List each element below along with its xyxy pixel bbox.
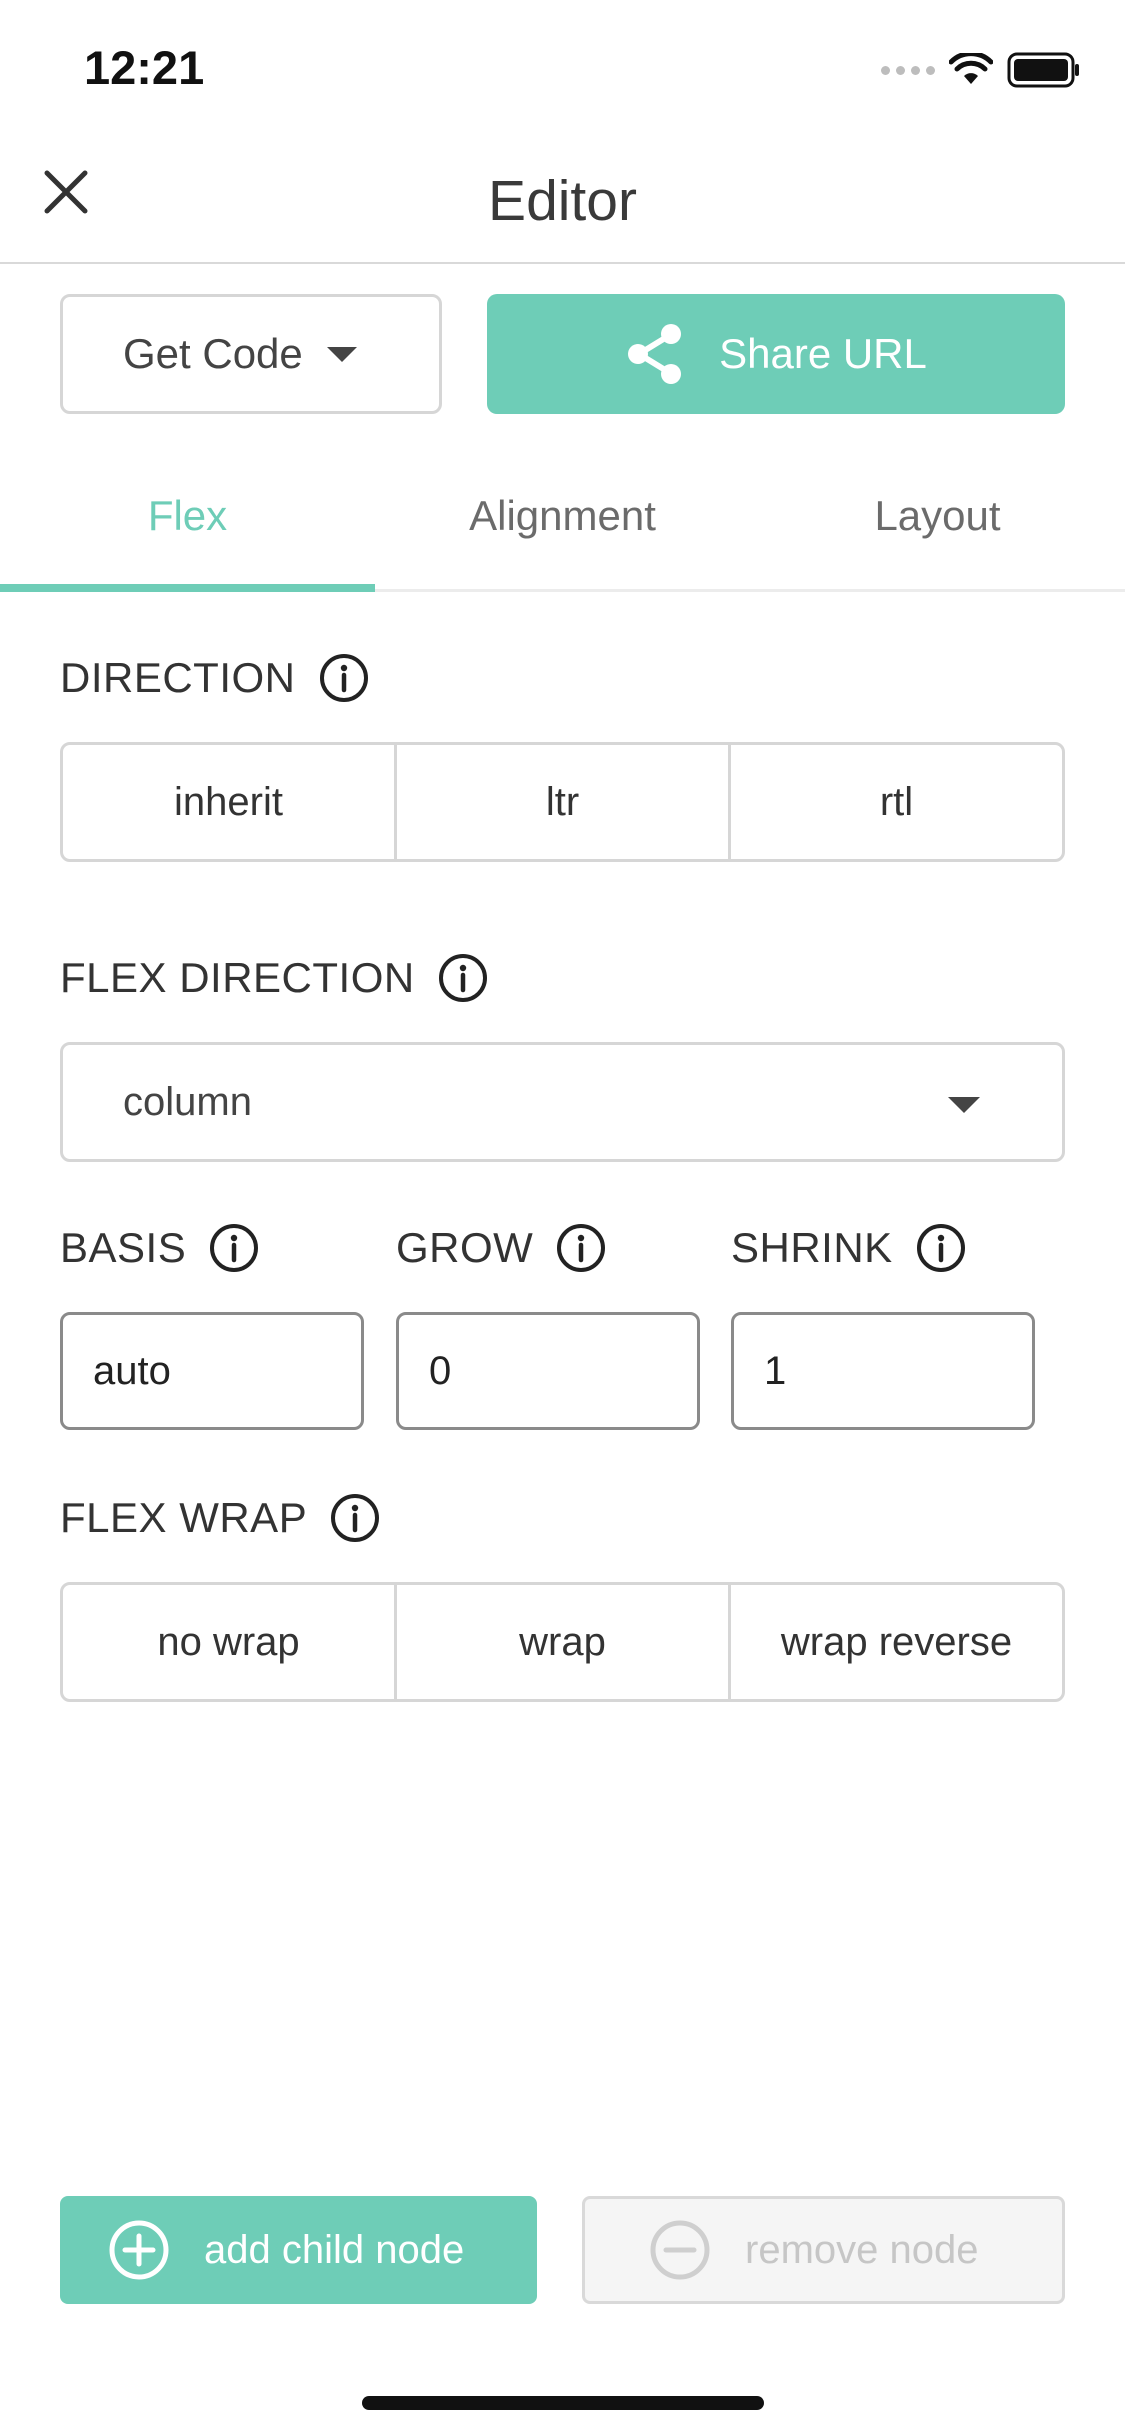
info-icon[interactable] [555, 1222, 607, 1274]
remove-node-label: remove node [745, 2227, 979, 2272]
home-indicator[interactable] [362, 2396, 764, 2410]
tab-bar: Flex Alignment Layout [0, 460, 1125, 592]
basis-label: BASIS [60, 1224, 187, 1271]
share-url-label: Share URL [719, 330, 927, 377]
flex-direction-value: column [123, 1079, 252, 1124]
basis-label-row: BASIS [60, 1222, 260, 1274]
direction-option-ltr[interactable]: ltr [397, 745, 731, 859]
flex-wrap-label-row: FLEX WRAP [60, 1492, 381, 1544]
direction-option-rtl[interactable]: rtl [731, 745, 1062, 859]
info-icon[interactable] [329, 1492, 381, 1544]
flex-wrap-option-wrap[interactable]: wrap [397, 1585, 731, 1699]
flex-direction-label-row: FLEX DIRECTION [60, 952, 489, 1004]
grow-label: GROW [396, 1224, 534, 1271]
plus-circle-icon [109, 2220, 169, 2280]
header: Editor [0, 132, 1125, 264]
add-child-node-label: add child node [204, 2227, 465, 2272]
tab-alignment[interactable]: Alignment [375, 460, 750, 589]
basis-input[interactable] [60, 1312, 364, 1430]
status-icons [881, 48, 1081, 92]
info-icon[interactable] [437, 952, 489, 1004]
flex-wrap-option-no-wrap[interactable]: no wrap [63, 1585, 397, 1699]
direction-label-row: DIRECTION [60, 652, 370, 704]
tab-layout[interactable]: Layout [750, 460, 1125, 589]
add-child-node-button[interactable]: add child node [60, 2196, 537, 2304]
shrink-label-row: SHRINK [731, 1222, 967, 1274]
remove-node-button[interactable]: remove node [582, 2196, 1065, 2304]
flex-direction-label: FLEX DIRECTION [60, 954, 415, 1001]
share-url-button[interactable]: Share URL [487, 294, 1065, 414]
grow-input[interactable] [396, 1312, 700, 1430]
tab-flex[interactable]: Flex [0, 460, 375, 592]
shrink-label: SHRINK [731, 1224, 893, 1271]
share-icon [628, 324, 682, 384]
get-code-button[interactable]: Get Code [60, 294, 442, 414]
grow-label-row: GROW [396, 1222, 607, 1274]
minus-circle-icon [650, 2220, 710, 2280]
shrink-input[interactable] [731, 1312, 1035, 1430]
flex-wrap-option-wrap-reverse[interactable]: wrap reverse [731, 1585, 1062, 1699]
info-icon[interactable] [915, 1222, 967, 1274]
page-title: Editor [488, 169, 637, 233]
status-bar: 12:21 [0, 0, 1125, 132]
flex-direction-select[interactable]: column [60, 1042, 1065, 1162]
direction-option-inherit[interactable]: inherit [63, 745, 397, 859]
battery-icon [1007, 52, 1079, 88]
direction-label: DIRECTION [60, 654, 296, 701]
status-time: 12:21 [84, 41, 205, 94]
get-code-label: Get Code [123, 330, 303, 377]
info-icon[interactable] [318, 652, 370, 704]
flex-wrap-label: FLEX WRAP [60, 1494, 308, 1541]
signal-icon [881, 65, 935, 75]
direction-segmented-control: inherit ltr rtl [60, 742, 1065, 862]
wifi-icon [949, 53, 993, 84]
caret-down-icon [326, 346, 357, 362]
caret-down-icon [948, 1097, 980, 1113]
flex-wrap-segmented-control: no wrap wrap wrap reverse [60, 1582, 1065, 1702]
info-icon[interactable] [208, 1222, 260, 1274]
